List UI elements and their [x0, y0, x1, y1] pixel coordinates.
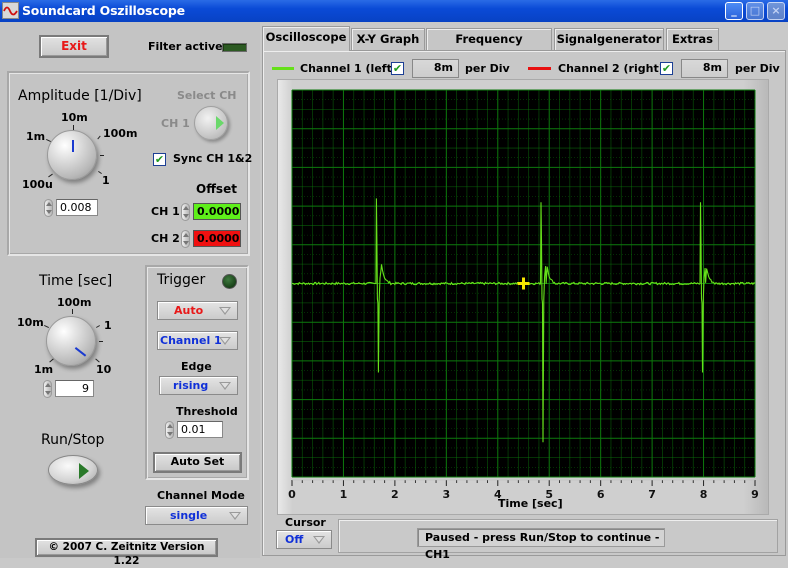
- tab-label: Oscilloscope: [266, 30, 347, 44]
- x-tick-label: 7: [648, 488, 656, 501]
- cursor-label: Cursor: [285, 516, 326, 529]
- chevron-down-icon: [313, 536, 325, 544]
- x-tick-label: 0: [288, 488, 296, 501]
- x-tick-label: 2: [391, 488, 399, 501]
- x-tick-label: 6: [597, 488, 605, 501]
- cursor-dropdown[interactable]: Off: [276, 530, 332, 549]
- x-tick-label: 9: [751, 488, 759, 501]
- cursor-cross-v: [522, 278, 525, 290]
- x-tick-label: 8: [700, 488, 708, 501]
- oscilloscope-graph[interactable]: 0123456789: [0, 0, 788, 558]
- status-message: Paused - press Run/Stop to continue - CH…: [417, 528, 665, 547]
- x-axis-label: Time [sec]: [498, 497, 563, 510]
- x-tick-label: 3: [443, 488, 451, 501]
- tab-oscilloscope[interactable]: Oscilloscope: [262, 26, 350, 51]
- x-tick-label: 1: [340, 488, 348, 501]
- cursor-value: Off: [285, 533, 303, 546]
